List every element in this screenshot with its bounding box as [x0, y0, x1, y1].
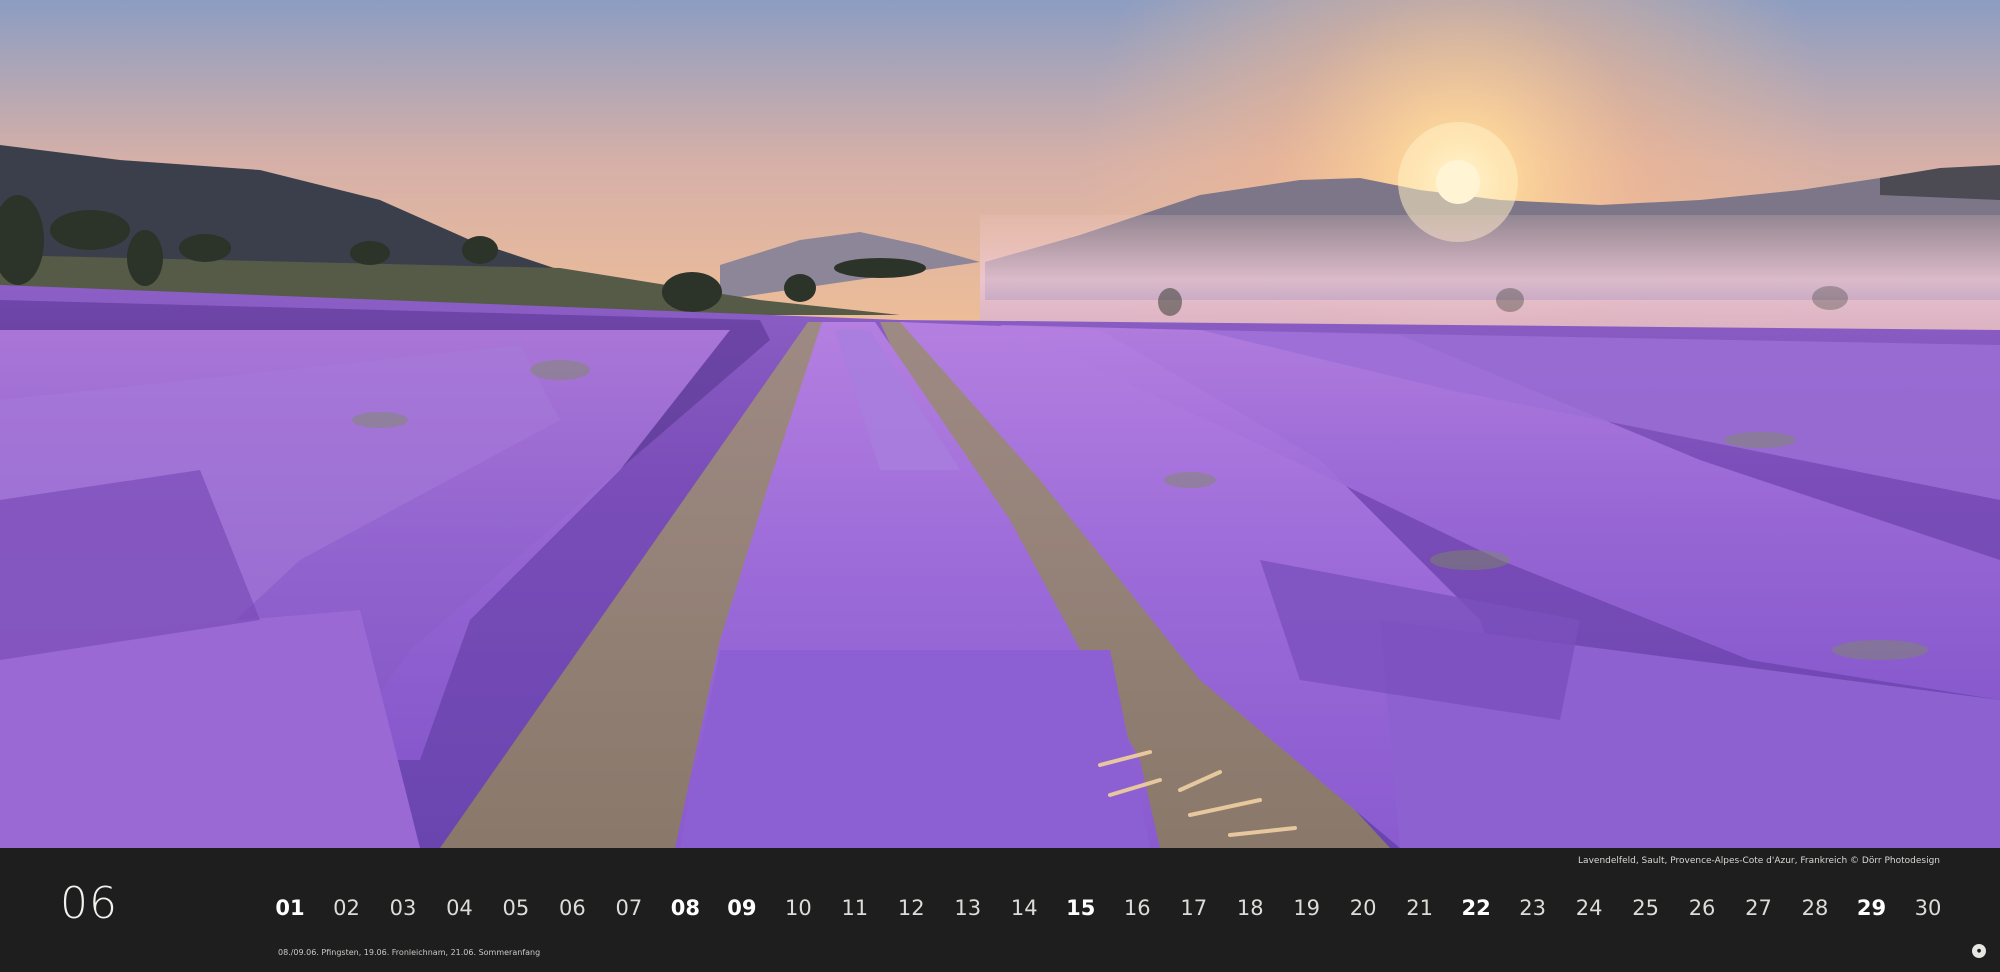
calendar-page: 06 Lavendelfeld, Sault, Provence-Alpes-C…: [0, 0, 2000, 972]
photo-credit: Lavendelfeld, Sault, Provence-Alpes-Cote…: [1578, 856, 1940, 866]
publisher-logo-icon: ●: [1972, 944, 1986, 958]
day-10: 10: [784, 896, 812, 920]
day-23: 23: [1519, 896, 1546, 920]
day-12: 12: [897, 896, 925, 920]
day-21: 21: [1406, 896, 1433, 920]
day-30: 30: [1914, 896, 1942, 920]
landscape-image: [0, 0, 2000, 848]
calendar-strip: 06 Lavendelfeld, Sault, Provence-Alpes-C…: [0, 848, 2000, 972]
lavender-photo: [0, 0, 2000, 848]
day-22: 22: [1461, 896, 1491, 920]
day-01: 01: [275, 896, 305, 920]
day-07: 07: [615, 896, 643, 920]
day-02: 02: [333, 896, 360, 920]
day-15: 15: [1066, 896, 1096, 920]
day-13: 13: [954, 896, 982, 920]
day-19: 19: [1293, 896, 1321, 920]
day-09: 09: [727, 896, 757, 920]
day-28: 28: [1801, 896, 1829, 920]
day-11: 11: [841, 896, 869, 920]
day-17: 17: [1180, 896, 1208, 920]
day-18: 18: [1236, 896, 1264, 920]
holiday-note: 08./09.06. Pfingsten, 19.06. Fronleichna…: [278, 948, 541, 957]
day-29: 29: [1856, 896, 1887, 920]
day-20: 20: [1349, 896, 1377, 920]
day-26: 26: [1688, 896, 1716, 920]
day-06: 06: [559, 896, 586, 920]
day-14: 14: [1010, 896, 1038, 920]
days-row: 01 02 03 04 05 06 07 08 09 10 11 12 13 14 15 16 17 18 19 20…: [0, 896, 2000, 926]
day-16: 16: [1123, 896, 1151, 920]
day-25: 25: [1632, 896, 1659, 920]
day-05: 05: [502, 896, 530, 920]
day-03: 03: [389, 896, 417, 920]
day-04: 04: [446, 896, 473, 920]
day-24: 24: [1575, 896, 1603, 920]
day-08: 08: [670, 896, 700, 920]
day-27: 27: [1745, 896, 1772, 920]
